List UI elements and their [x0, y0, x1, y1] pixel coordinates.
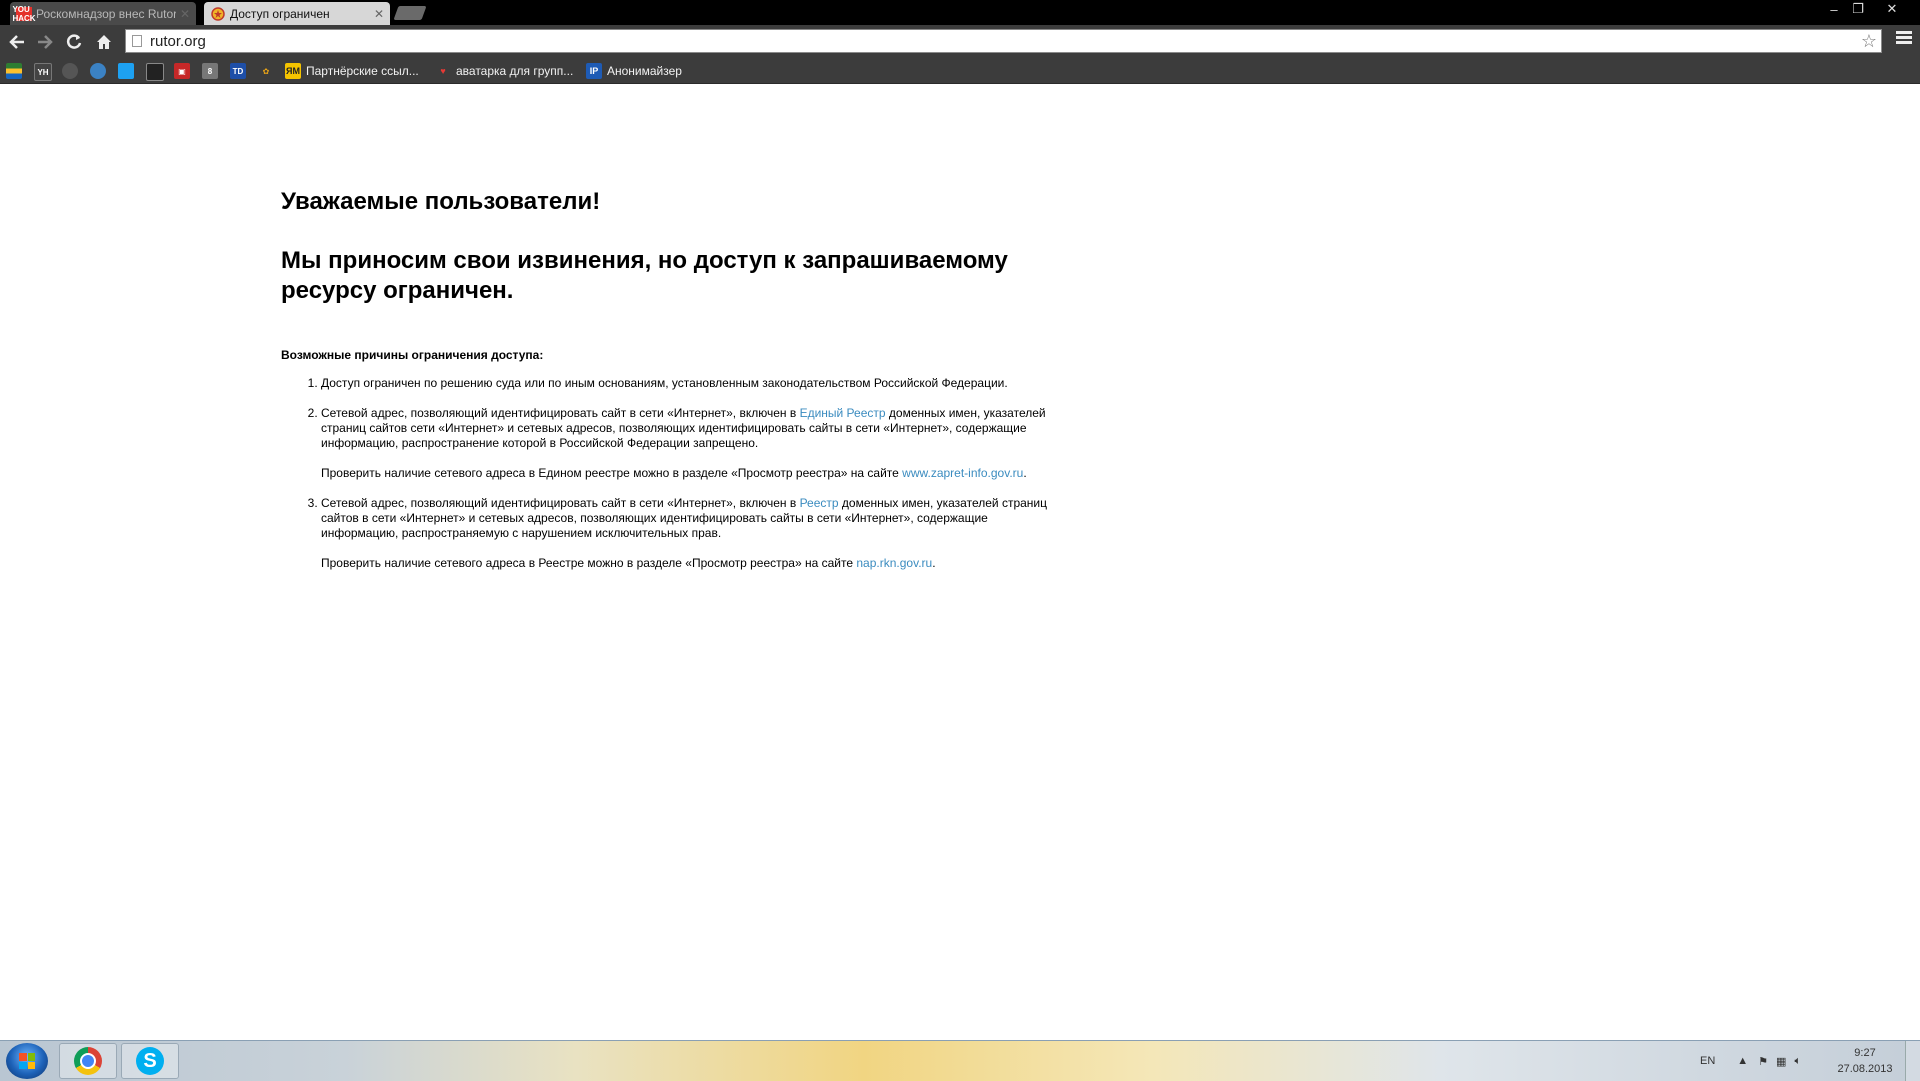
page-icon [132, 35, 142, 47]
url-text[interactable]: rutor.org [150, 33, 1861, 50]
bookmark-red-icon[interactable]: ▣ [174, 63, 190, 79]
check-text-end: . [932, 556, 936, 570]
list-item: Сетевой адрес, позволяющий идентифициров… [321, 406, 1061, 481]
close-window-button[interactable]: ✕ [1880, 0, 1904, 18]
check-text-end: . [1023, 466, 1027, 480]
unified-registry-link[interactable]: Единый Реестр [800, 406, 886, 420]
bookmark-camera-icon[interactable] [146, 63, 164, 81]
show-desktop-button[interactable] [1905, 1041, 1920, 1081]
bookmark-ip-icon: IP [586, 63, 602, 79]
bookmark-label: Анонимайзер [607, 64, 682, 78]
list-item: Доступ ограничен по решению суда или по … [321, 376, 1061, 391]
check-text: Проверить наличие сетевого адреса в Реес… [321, 556, 857, 570]
start-button[interactable] [6, 1043, 48, 1079]
taskbar-clock[interactable]: 9:27 27.08.2013 [1830, 1045, 1900, 1077]
bookmark-label: аватарка для групп... [456, 64, 574, 78]
registry-link[interactable]: Реестр [800, 496, 839, 510]
chrome-icon [74, 1047, 102, 1075]
address-bar[interactable]: rutor.org ☆ [125, 29, 1882, 53]
reason-text: Сетевой адрес, позволяющий идентифициров… [321, 496, 1061, 541]
taskbar-skype-button[interactable]: S [121, 1043, 179, 1079]
reason-text: Доступ ограничен по решению суда или по … [321, 376, 1008, 390]
action-center-flag-icon[interactable]: ⚑ [1758, 1055, 1768, 1068]
hamburger-menu-icon[interactable] [1896, 31, 1912, 46]
language-indicator[interactable]: EN [1700, 1055, 1715, 1067]
tab-title: Роскомнадзор внес Rutor [36, 6, 176, 21]
bookmark-avatar[interactable]: ♥ аватарка для групп... [435, 62, 573, 80]
bookmark-grey-icon[interactable]: 8 [202, 63, 218, 79]
back-button[interactable] [5, 30, 29, 54]
page-greeting: Уважаемые пользователи! [281, 188, 601, 215]
reasons-list: Доступ ограничен по решению суда или по … [281, 376, 1061, 571]
volume-icon[interactable]: 🔈︎ [1794, 1055, 1801, 1068]
bookmark-cloud-icon[interactable] [62, 63, 78, 79]
forward-button[interactable] [33, 30, 57, 54]
bookmarks-bar: YH ▣ 8 TD ✿ ЯМ Партнёрские ссыл... ♥ ава… [0, 59, 1920, 84]
network-icon[interactable]: ▦ [1776, 1055, 1786, 1068]
close-icon[interactable]: ✕ [180, 7, 190, 21]
new-tab-button[interactable] [393, 6, 427, 20]
reload-button[interactable] [62, 30, 86, 54]
windows-taskbar: S EN ▲ ⚑ ▦ 🔈︎ 9:27 27.08.2013 [0, 1040, 1920, 1081]
nap-rkn-link[interactable]: nap.rkn.gov.ru [856, 556, 932, 570]
star-badge-icon [210, 6, 226, 21]
tab-roskomnadzor[interactable]: YOU HACK Роскомнадзор внес Rutor ✕ [10, 2, 196, 25]
minimize-button[interactable]: – [1822, 0, 1846, 18]
close-icon[interactable]: ✕ [374, 7, 384, 21]
check-instruction: Проверить наличие сетевого адреса в Един… [321, 466, 1061, 481]
blocked-page-content: Уважаемые пользователи! Мы приносим свои… [281, 188, 1061, 586]
reason-text: Сетевой адрес, позволяющий идентифициров… [321, 406, 1061, 451]
check-text: Проверить наличие сетевого адреса в Един… [321, 466, 903, 480]
skype-icon: S [136, 1047, 164, 1075]
bookmark-flag-icon[interactable] [6, 63, 22, 79]
home-button[interactable] [92, 30, 116, 54]
bookmark-label: Партнёрские ссыл... [306, 64, 419, 78]
restore-button[interactable]: ❐ [1846, 0, 1870, 18]
tab-title: Доступ ограничен [230, 6, 330, 21]
tab-access-restricted[interactable]: Доступ ограничен ✕ [204, 2, 390, 25]
tab-favicon: YOU HACK [12, 4, 36, 23]
list-item: Сетевой адрес, позволяющий идентифициров… [321, 496, 1061, 571]
bookmark-orange-icon[interactable]: ✿ [258, 63, 274, 79]
bookmark-youhack-icon[interactable]: YH [34, 63, 52, 81]
tray-expand-icon[interactable]: ▲ [1737, 1055, 1748, 1067]
bookmark-anonymizer[interactable]: IP Анонимайзер [586, 62, 682, 80]
bookmark-star-icon[interactable]: ☆ [1861, 31, 1877, 52]
arrow-left-icon [9, 35, 24, 49]
bookmark-bird-icon[interactable] [118, 63, 134, 79]
tab-strip: YOU HACK Роскомнадзор внес Rutor ✕ Досту… [0, 0, 1920, 25]
reasons-title: Возможные причины ограничения доступа: [281, 348, 544, 362]
page-apology: Мы приносим свои извинения, но доступ к … [281, 247, 1008, 304]
clock-date: 27.08.2013 [1837, 1063, 1893, 1075]
home-icon [97, 35, 111, 49]
arrow-right-icon [38, 35, 53, 49]
check-instruction: Проверить наличие сетевого адреса в Реес… [321, 556, 1061, 571]
bookmark-ym-icon: ЯМ [285, 63, 301, 79]
bookmark-td-icon[interactable]: TD [230, 63, 246, 79]
clock-time: 9:27 [1854, 1047, 1876, 1059]
windows-logo-icon [19, 1053, 35, 1069]
browser-toolbar: rutor.org ☆ [0, 25, 1920, 59]
reload-icon [66, 34, 82, 49]
taskbar-chrome-button[interactable] [59, 1043, 117, 1079]
system-tray: EN ▲ ⚑ ▦ 🔈︎ [1700, 1041, 1801, 1081]
reason-text-before: Сетевой адрес, позволяющий идентифициров… [321, 406, 800, 420]
reason-text-before: Сетевой адрес, позволяющий идентифициров… [321, 496, 800, 510]
bookmark-heart-icon: ♥ [440, 66, 446, 76]
bookmark-globe-icon[interactable] [90, 63, 106, 79]
bookmark-partners[interactable]: ЯМ Партнёрские ссыл... [285, 62, 419, 80]
zapret-info-link[interactable]: www.zapret-info.gov.ru [902, 466, 1023, 480]
